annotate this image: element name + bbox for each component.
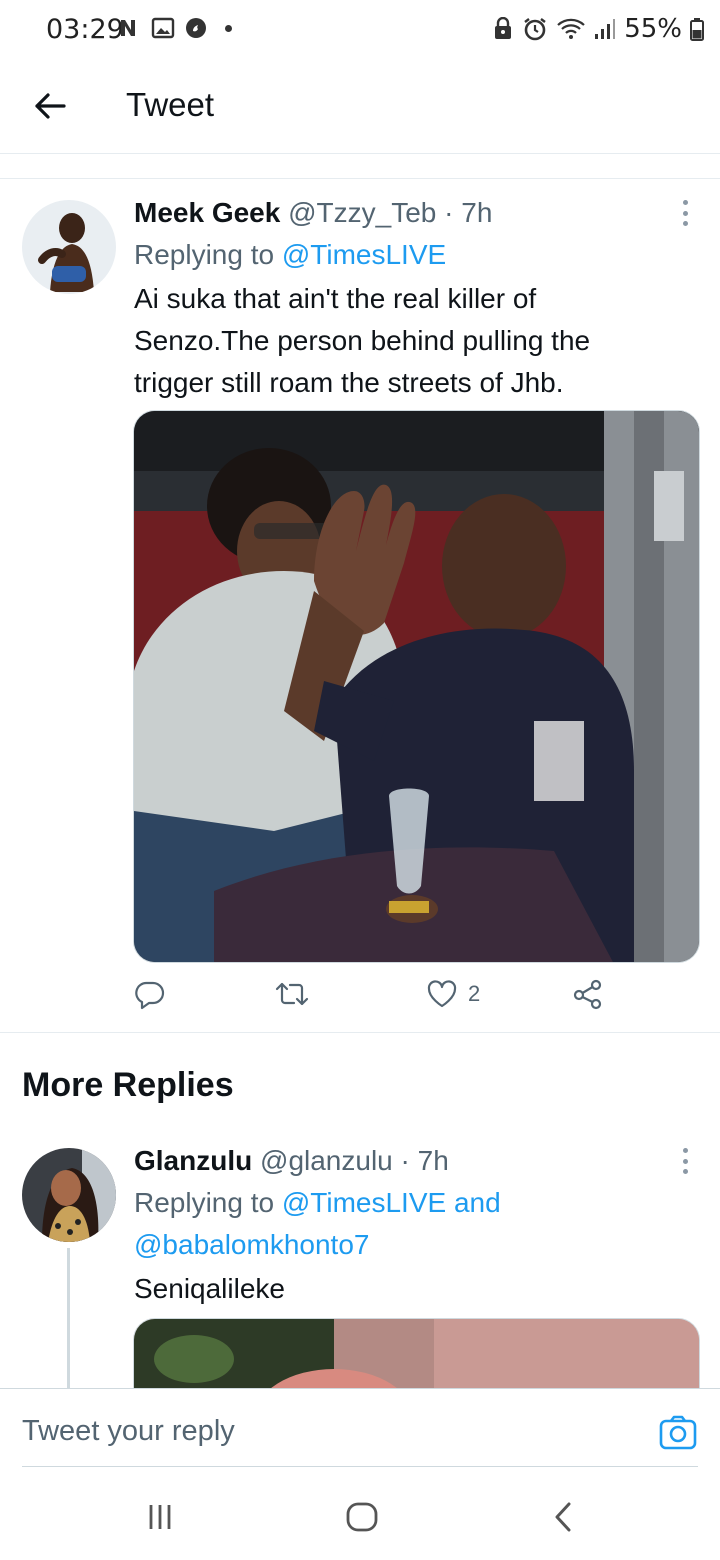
share-button[interactable]	[572, 978, 604, 1010]
tweet-text-line: Senzo.The person behind pulling the	[134, 325, 591, 356]
home-button[interactable]	[342, 1500, 382, 1534]
news-icon	[121, 20, 135, 36]
camera-icon	[659, 1415, 697, 1450]
battery-percent: 55%	[624, 14, 682, 44]
divider	[0, 1032, 720, 1033]
author-name[interactable]: Meek Geek	[134, 197, 280, 228]
tweet-text: Ai suka that ain't the real killer of Se…	[134, 278, 704, 404]
more-options-icon[interactable]	[680, 200, 690, 226]
author-handle[interactable]: @glanzulu	[260, 1145, 393, 1176]
mention-link[interactable]: @babalomkhonto7	[134, 1229, 369, 1260]
replying-to-label: Replying to	[134, 1187, 282, 1218]
system-icons: 55%	[492, 14, 704, 44]
author-row: Glanzulu @glanzulu · 7h	[134, 1145, 449, 1177]
notification-icons	[118, 16, 232, 40]
share-icon	[573, 979, 602, 1010]
status-bar: 03:29 55%	[0, 0, 720, 62]
reply-composer: Tweet your reply	[0, 1388, 720, 1468]
comment-icon	[135, 981, 165, 1010]
reply-avatar[interactable]	[22, 1148, 116, 1242]
tweet-time: · 7h	[392, 1145, 449, 1176]
reply-button[interactable]	[134, 978, 166, 1010]
vodacom-icon	[186, 18, 206, 38]
tweet-text-line: Ai suka that ain't the real killer of	[134, 283, 537, 314]
wifi-icon	[557, 18, 585, 39]
like-count: 2	[468, 981, 481, 1006]
back-nav-button[interactable]	[544, 1500, 584, 1534]
author-row: Meek Geek @Tzzy_Teb · 7h	[134, 197, 492, 229]
arrow-left-icon	[35, 93, 66, 119]
more-options-icon[interactable]	[680, 1148, 690, 1174]
tweet-photo[interactable]	[133, 410, 700, 963]
recents-button[interactable]	[140, 1500, 180, 1534]
back-button[interactable]	[28, 84, 72, 128]
reply-input[interactable]: Tweet your reply	[22, 1415, 235, 1448]
system-nav-bar	[0, 1470, 720, 1560]
heart-icon	[427, 980, 457, 1008]
replying-to: Replying to @TimesLIVE	[134, 239, 446, 271]
chevron-left-icon	[555, 1502, 571, 1532]
avatar[interactable]	[22, 200, 116, 294]
tweet-text: Seniqalileke	[134, 1273, 285, 1304]
replying-to-label: Replying to	[134, 239, 282, 270]
retweet-button[interactable]	[274, 978, 310, 1010]
replying-to-continued: @babalomkhonto7	[134, 1229, 369, 1261]
author-handle[interactable]: @Tzzy_Teb	[288, 197, 436, 228]
mention-link[interactable]: @TimesLIVE	[282, 239, 446, 270]
top-app-bar: Tweet	[0, 62, 720, 154]
section-heading: More Replies	[22, 1066, 234, 1104]
photo-image	[134, 411, 699, 962]
gallery-icon	[151, 17, 175, 39]
signal-icon	[595, 19, 616, 39]
more-notifications-dot	[225, 24, 232, 32]
alarm-icon	[524, 18, 546, 41]
author-name[interactable]: Glanzulu	[134, 1145, 252, 1176]
battery-icon	[690, 18, 704, 41]
like-button[interactable]: 2	[426, 978, 480, 1010]
home-icon	[346, 1502, 378, 1532]
avatar-photo	[22, 1148, 116, 1242]
retweet-icon	[275, 982, 309, 1006]
avatar-photo	[22, 200, 116, 294]
recents-icon	[149, 1505, 171, 1529]
lock-icon	[495, 17, 512, 39]
page-title: Tweet	[126, 86, 215, 123]
tweet-text-line: trigger still roam the streets of Jhb.	[134, 367, 564, 398]
tweet-time: · 7h	[436, 197, 493, 228]
replying-to: Replying to @TimesLIVE and	[134, 1187, 501, 1219]
composer-underline	[22, 1466, 698, 1467]
thread-line	[67, 1248, 70, 1388]
mention-link[interactable]: @TimesLIVE and	[282, 1187, 501, 1218]
divider	[0, 178, 720, 179]
camera-button[interactable]	[658, 1413, 698, 1453]
tweet-actions: 2	[134, 978, 614, 1018]
status-time: 03:29	[46, 14, 124, 45]
